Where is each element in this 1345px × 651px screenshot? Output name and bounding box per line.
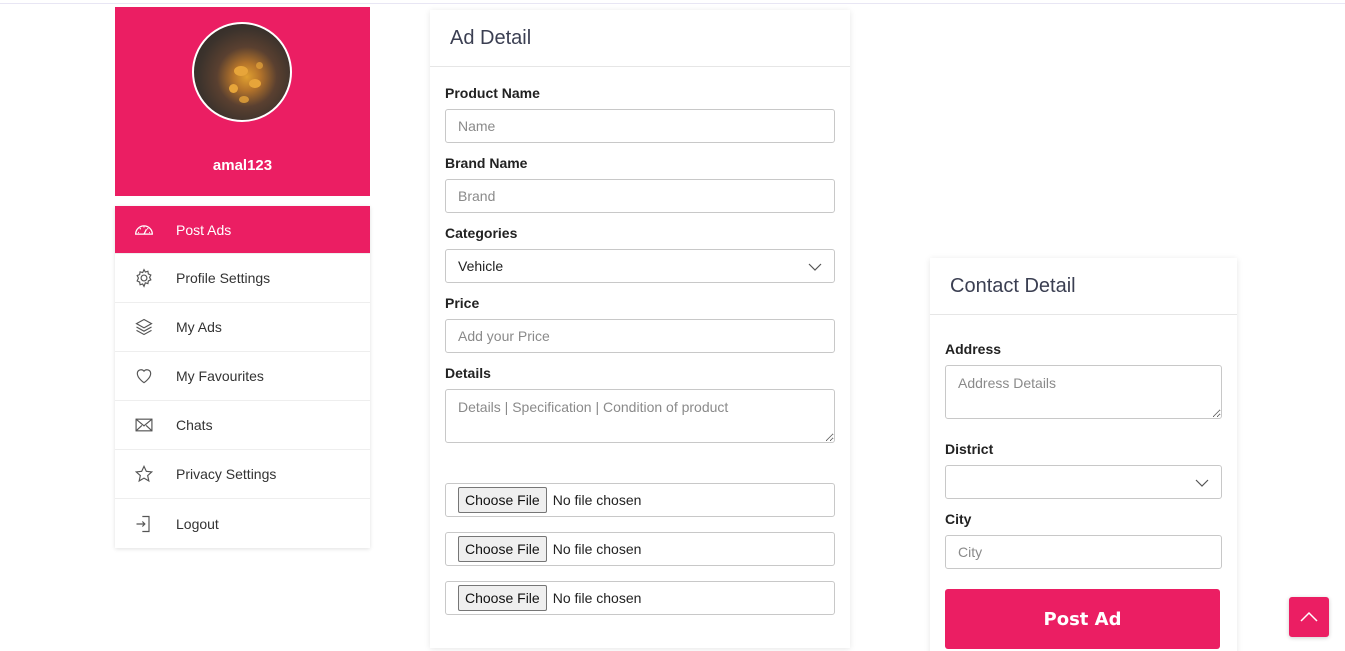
ad-detail-title: Ad Detail bbox=[430, 10, 850, 67]
star-icon bbox=[133, 463, 155, 485]
file-status: No file chosen bbox=[552, 492, 642, 508]
district-select[interactable] bbox=[945, 465, 1222, 499]
sidebar-item-post-ads[interactable]: Post Ads bbox=[115, 206, 370, 254]
details-label: Details bbox=[445, 365, 491, 381]
gear-icon bbox=[133, 267, 155, 289]
username: amal123 bbox=[212, 157, 273, 174]
product-name-label: Product Name bbox=[445, 85, 540, 101]
sidebar-item-label: Chats bbox=[176, 417, 213, 433]
chevron-up-icon bbox=[1300, 611, 1318, 622]
sidebar-item-my-ads[interactable]: My Ads bbox=[115, 303, 370, 352]
file-status: No file chosen bbox=[552, 590, 642, 606]
categories-label: Categories bbox=[445, 225, 518, 241]
heart-icon bbox=[133, 365, 155, 387]
scroll-top-button[interactable] bbox=[1289, 597, 1329, 637]
sidebar-item-label: My Ads bbox=[176, 319, 222, 335]
top-divider bbox=[0, 3, 1345, 4]
envelope-icon bbox=[133, 414, 155, 436]
sidebar-item-privacy-settings[interactable]: Privacy Settings bbox=[115, 450, 370, 499]
sidebar-item-chats[interactable]: Chats bbox=[115, 401, 370, 450]
chevron-down-icon bbox=[1195, 479, 1209, 487]
choose-file-button[interactable]: Choose File bbox=[458, 487, 547, 513]
logout-icon bbox=[133, 513, 155, 535]
sidebar-item-logout[interactable]: Logout bbox=[115, 499, 370, 548]
sidebar-item-label: Post Ads bbox=[176, 221, 232, 238]
district-label: District bbox=[945, 441, 994, 457]
categories-select[interactable]: Vehicle bbox=[445, 249, 835, 283]
price-label: Price bbox=[445, 295, 480, 311]
file-upload-2[interactable]: Choose File No file chosen bbox=[445, 532, 835, 566]
sidebar-item-profile-settings[interactable]: Profile Settings bbox=[115, 254, 370, 303]
ad-detail-card: Ad Detail Product Name Brand Name Catego… bbox=[430, 10, 850, 648]
choose-file-button[interactable]: Choose File bbox=[458, 536, 547, 562]
dashboard-icon bbox=[133, 219, 155, 241]
layers-icon bbox=[133, 316, 155, 338]
brand-name-input[interactable] bbox=[445, 179, 835, 213]
details-textarea[interactable] bbox=[445, 389, 835, 443]
address-label: Address bbox=[945, 341, 1002, 357]
profile-header: amal123 bbox=[115, 7, 370, 196]
post-ad-button[interactable]: Post Ad bbox=[945, 589, 1220, 649]
avatar[interactable] bbox=[192, 22, 292, 122]
categories-value: Vehicle bbox=[458, 258, 504, 274]
city-input[interactable] bbox=[945, 535, 1222, 569]
user-sidebar: amal123 Post Ads Profile Settings My Ads… bbox=[115, 7, 370, 548]
price-input[interactable] bbox=[445, 319, 835, 353]
chevron-down-icon bbox=[808, 263, 822, 271]
city-label: City bbox=[945, 511, 972, 527]
brand-name-label: Brand Name bbox=[445, 155, 528, 171]
file-upload-3[interactable]: Choose File No file chosen bbox=[445, 581, 835, 615]
sidebar-item-my-favourites[interactable]: My Favourites bbox=[115, 352, 370, 401]
file-status: No file chosen bbox=[552, 541, 642, 557]
sidebar-item-label: Profile Settings bbox=[176, 270, 271, 286]
contact-detail-card: Contact Detail Address District City Pos… bbox=[930, 258, 1237, 651]
product-name-input[interactable] bbox=[445, 109, 835, 143]
sidebar-menu: Post Ads Profile Settings My Ads My Favo… bbox=[115, 206, 370, 548]
file-upload-1[interactable]: Choose File No file chosen bbox=[445, 483, 835, 517]
address-textarea[interactable] bbox=[945, 365, 1222, 419]
file-uploads: Choose File No file chosen Choose File N… bbox=[445, 483, 835, 615]
choose-file-button[interactable]: Choose File bbox=[458, 585, 547, 611]
sidebar-item-label: Logout bbox=[176, 515, 219, 532]
contact-detail-title: Contact Detail bbox=[930, 258, 1237, 315]
sidebar-item-label: My Favourites bbox=[176, 368, 264, 384]
sidebar-item-label: Privacy Settings bbox=[176, 466, 277, 482]
